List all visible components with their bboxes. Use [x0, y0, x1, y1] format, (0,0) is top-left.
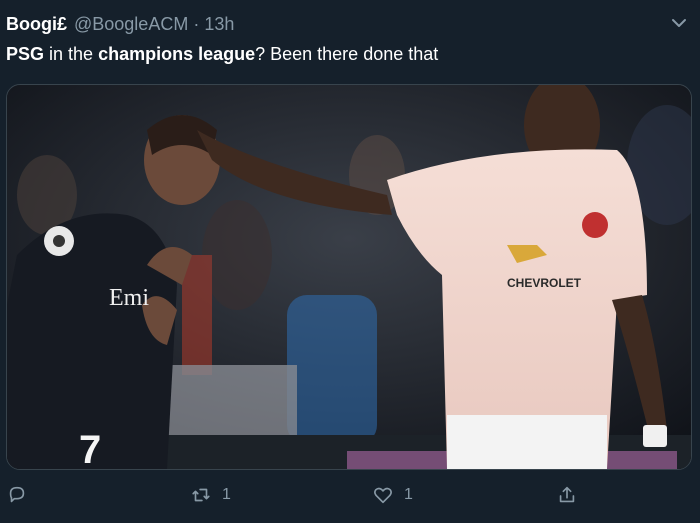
reply-button[interactable]	[6, 484, 38, 506]
sponsor-left: Emi	[109, 285, 149, 311]
tweet-actions: 1 1	[0, 480, 700, 514]
share-button[interactable]	[556, 484, 588, 506]
tweet-text-part: champions league	[98, 44, 256, 64]
heart-icon	[374, 487, 392, 504]
like-count: 1	[404, 486, 413, 503]
tweet[interactable]: Boogi£ @BoogleACM · 13h PSG in the champ…	[0, 0, 700, 523]
reply-icon	[9, 486, 25, 503]
tweet-photo[interactable]: Emi 7 CHEVROLET	[6, 84, 692, 470]
display-name[interactable]: Boogi£	[6, 14, 67, 35]
share-icon	[559, 486, 575, 503]
timestamp[interactable]: 13h	[204, 14, 234, 35]
tweet-header: Boogi£ @BoogleACM · 13h	[6, 12, 234, 36]
user-handle[interactable]: @BoogleACM	[74, 14, 188, 35]
chevron-down-icon[interactable]	[670, 16, 688, 30]
tweet-text-part: PSG	[6, 44, 45, 64]
like-button[interactable]: 1	[372, 484, 413, 506]
retweet-count: 1	[222, 486, 231, 503]
tweet-text-part: ? Been there done that	[255, 44, 439, 64]
photo-illustration: Emi 7 CHEVROLET	[7, 85, 691, 469]
tweet-text: PSG in the champions league? Been there …	[6, 44, 438, 65]
separator-dot: ·	[193, 13, 200, 34]
sponsor-right: CHEVROLET	[507, 276, 582, 290]
tweet-text-part: in the	[44, 44, 99, 64]
retweet-icon	[192, 488, 210, 502]
retweet-button[interactable]: 1	[190, 484, 231, 506]
jersey-number: 7	[79, 428, 101, 469]
